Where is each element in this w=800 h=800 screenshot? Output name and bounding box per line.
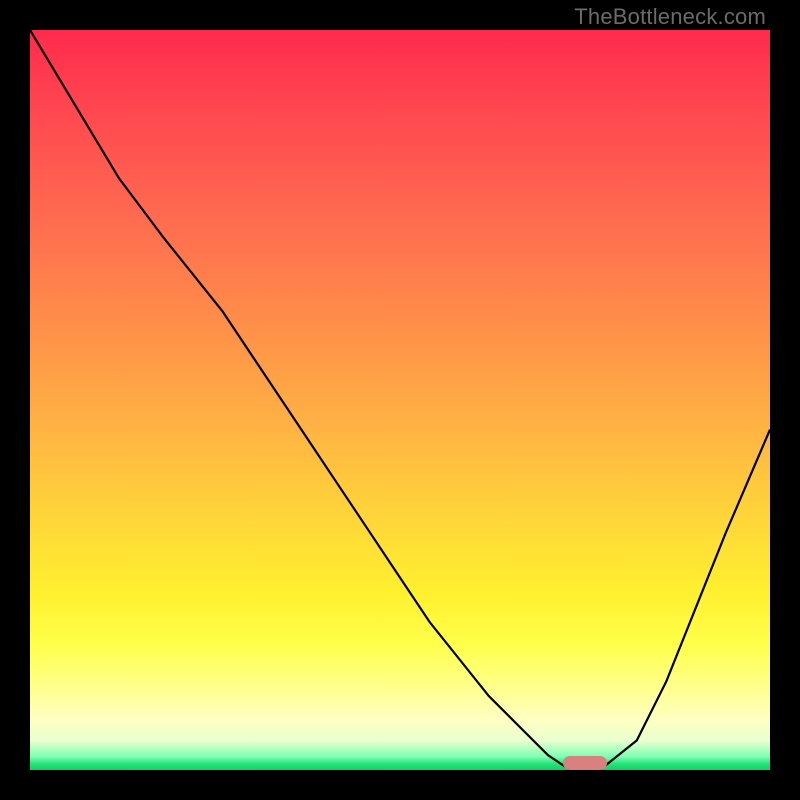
bottleneck-curve [30, 30, 770, 770]
plot-area [30, 30, 770, 770]
chart-frame: TheBottleneck.com [0, 0, 800, 800]
watermark-text: TheBottleneck.com [574, 4, 766, 30]
optimal-marker [563, 756, 607, 770]
